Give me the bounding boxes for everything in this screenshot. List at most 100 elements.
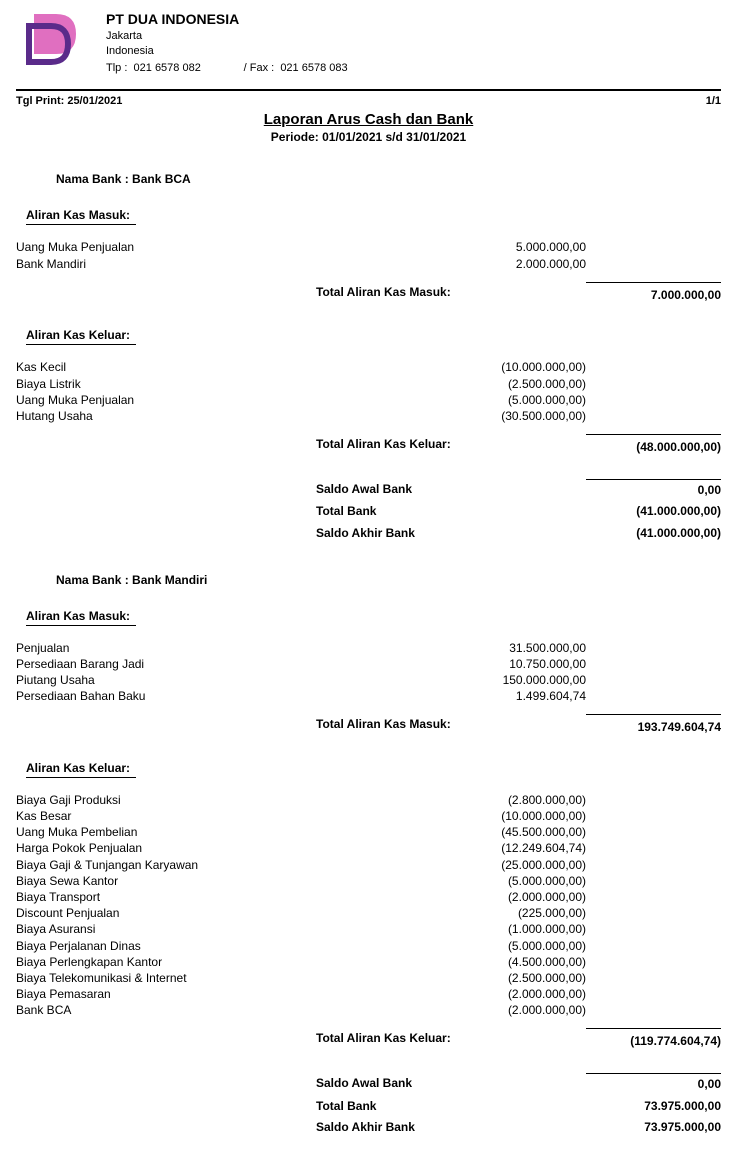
outflow-row: Kas Besar(10.000.000,00) xyxy=(16,808,721,824)
total-outflow-amount: (119.774.604,74) xyxy=(586,1028,721,1053)
outflow-row: Biaya Perlengkapan Kantor(4.500.000,00) xyxy=(16,954,721,970)
row-label: Persediaan Bahan Baku xyxy=(16,688,436,704)
row-label: Kas Besar xyxy=(16,808,436,824)
meta-row: Tgl Print: 25/01/2021 1/1 xyxy=(16,95,721,107)
outflow-row: Biaya Gaji & Tunjangan Karyawan(25.000.0… xyxy=(16,857,721,873)
bank-section: Nama Bank : Bank BCA Aliran Kas Masuk: Uan… xyxy=(16,172,721,544)
begin-balance-row: Saldo Awal Bank0,00 xyxy=(16,1073,721,1096)
company-name: PT DUA INDONESIA xyxy=(106,10,348,29)
total-bank-row: Total Bank73.975.000,00 xyxy=(16,1096,721,1118)
begin-balance-row: Saldo Awal Bank0,00 xyxy=(16,479,721,502)
end-balance-row: Saldo Akhir Bank73.975.000,00 xyxy=(16,1117,721,1139)
begin-balance-amount: 0,00 xyxy=(586,479,721,502)
outflow-row: Biaya Perjalanan Dinas(5.000.000,00) xyxy=(16,938,721,954)
row-label: Biaya Sewa Kantor xyxy=(16,873,436,889)
total-bank-amount: (41.000.000,00) xyxy=(586,501,721,523)
row-amount: 5.000.000,00 xyxy=(436,239,586,255)
outflow-row: Biaya Sewa Kantor(5.000.000,00) xyxy=(16,873,721,889)
row-label: Biaya Telekomunikasi & Internet xyxy=(16,970,436,986)
bank-name: Nama Bank : Bank Mandiri xyxy=(56,573,721,587)
row-label: Biaya Gaji & Tunjangan Karyawan xyxy=(16,857,436,873)
outflow-row: Hutang Usaha(30.500.000,00) xyxy=(16,408,721,424)
company-logo-icon xyxy=(26,12,81,67)
document-header: PT DUA INDONESIA Jakarta Indonesia Tlp :… xyxy=(16,12,721,83)
row-amount: 150.000.000,00 xyxy=(436,672,586,688)
total-inflow-amount: 193.749.604,74 xyxy=(586,714,721,739)
row-amount: 31.500.000,00 xyxy=(436,640,586,656)
inflow-header: Aliran Kas Masuk: xyxy=(26,609,136,626)
print-date: Tgl Print: 25/01/2021 xyxy=(16,95,122,107)
row-amount: (225.000,00) xyxy=(436,905,586,921)
outflow-row: Biaya Gaji Produksi(2.800.000,00) xyxy=(16,792,721,808)
row-amount: 2.000.000,00 xyxy=(436,256,586,272)
row-label: Biaya Asuransi xyxy=(16,921,436,937)
inflow-row: Uang Muka Penjualan5.000.000,00 xyxy=(16,239,721,255)
row-amount: (10.000.000,00) xyxy=(436,808,586,824)
begin-balance-label: Saldo Awal Bank xyxy=(316,1073,586,1096)
banks-container: Nama Bank : Bank BCA Aliran Kas Masuk: Uan… xyxy=(16,172,721,1138)
inflow-row: Persediaan Barang Jadi10.750.000,00 xyxy=(16,656,721,672)
row-amount: (5.000.000,00) xyxy=(436,873,586,889)
outflow-row: Uang Muka Penjualan(5.000.000,00) xyxy=(16,392,721,408)
row-amount: (12.249.604,74) xyxy=(436,840,586,856)
total-outflow-row: Total Aliran Kas Keluar:(119.774.604,74) xyxy=(16,1028,721,1053)
outflow-row: Biaya Transport(2.000.000,00) xyxy=(16,889,721,905)
row-amount: (30.500.000,00) xyxy=(436,408,586,424)
row-label: Uang Muka Penjualan xyxy=(16,239,436,255)
report-title: Laporan Arus Cash dan Bank xyxy=(16,111,721,128)
outflow-header: Aliran Kas Keluar: xyxy=(26,328,136,345)
outflow-row: Harga Pokok Penjualan(12.249.604,74) xyxy=(16,840,721,856)
total-inflow-row: Total Aliran Kas Masuk:7.000.000,00 xyxy=(16,282,721,307)
company-city: Jakarta xyxy=(106,29,348,44)
row-amount: (2.500.000,00) xyxy=(436,970,586,986)
bank-name: Nama Bank : Bank BCA xyxy=(56,172,721,186)
row-label: Biaya Listrik xyxy=(16,376,436,392)
row-amount: (25.000.000,00) xyxy=(436,857,586,873)
total-outflow-amount: (48.000.000,00) xyxy=(586,434,721,459)
row-label: Penjualan xyxy=(16,640,436,656)
row-label: Uang Muka Pembelian xyxy=(16,824,436,840)
total-bank-row: Total Bank(41.000.000,00) xyxy=(16,501,721,523)
row-label: Biaya Perlengkapan Kantor xyxy=(16,954,436,970)
total-outflow-label: Total Aliran Kas Keluar: xyxy=(316,434,586,459)
total-inflow-amount: 7.000.000,00 xyxy=(586,282,721,307)
end-balance-label: Saldo Akhir Bank xyxy=(316,523,586,545)
end-balance-label: Saldo Akhir Bank xyxy=(316,1117,586,1139)
row-label: Bank BCA xyxy=(16,1002,436,1018)
outflow-header: Aliran Kas Keluar: xyxy=(26,761,136,778)
outflow-row: Biaya Pemasaran(2.000.000,00) xyxy=(16,986,721,1002)
company-contact: Tlp : 021 6578 082 / Fax : 021 6578 083 xyxy=(106,61,348,76)
row-amount: 1.499.604,74 xyxy=(436,688,586,704)
row-label: Biaya Gaji Produksi xyxy=(16,792,436,808)
total-outflow-row: Total Aliran Kas Keluar:(48.000.000,00) xyxy=(16,434,721,459)
row-label: Bank Mandiri xyxy=(16,256,436,272)
row-amount: (5.000.000,00) xyxy=(436,392,586,408)
row-amount: (2.500.000,00) xyxy=(436,376,586,392)
row-amount: (4.500.000,00) xyxy=(436,954,586,970)
inflow-row: Penjualan31.500.000,00 xyxy=(16,640,721,656)
row-label: Harga Pokok Penjualan xyxy=(16,840,436,856)
total-inflow-label: Total Aliran Kas Masuk: xyxy=(316,282,586,307)
row-label: Discount Penjualan xyxy=(16,905,436,921)
outflow-row: Kas Kecil(10.000.000,00) xyxy=(16,359,721,375)
row-label: Biaya Perjalanan Dinas xyxy=(16,938,436,954)
inflow-header: Aliran Kas Masuk: xyxy=(26,208,136,225)
outflow-row: Uang Muka Pembelian(45.500.000,00) xyxy=(16,824,721,840)
total-outflow-label: Total Aliran Kas Keluar: xyxy=(316,1028,586,1053)
row-label: Kas Kecil xyxy=(16,359,436,375)
company-info: PT DUA INDONESIA Jakarta Indonesia Tlp :… xyxy=(106,10,348,75)
outflow-row: Biaya Listrik(2.500.000,00) xyxy=(16,376,721,392)
bank-section: Nama Bank : Bank Mandiri Aliran Kas Masuk… xyxy=(16,573,721,1139)
end-balance-amount: (41.000.000,00) xyxy=(586,523,721,545)
outflow-row: Discount Penjualan(225.000,00) xyxy=(16,905,721,921)
divider xyxy=(16,89,721,91)
row-amount: (2.800.000,00) xyxy=(436,792,586,808)
row-label: Piutang Usaha xyxy=(16,672,436,688)
total-bank-label: Total Bank xyxy=(316,1096,586,1118)
row-label: Hutang Usaha xyxy=(16,408,436,424)
begin-balance-amount: 0,00 xyxy=(586,1073,721,1096)
row-label: Biaya Transport xyxy=(16,889,436,905)
page-number: 1/1 xyxy=(706,95,721,107)
outflow-row: Bank BCA(2.000.000,00) xyxy=(16,1002,721,1018)
row-amount: (10.000.000,00) xyxy=(436,359,586,375)
